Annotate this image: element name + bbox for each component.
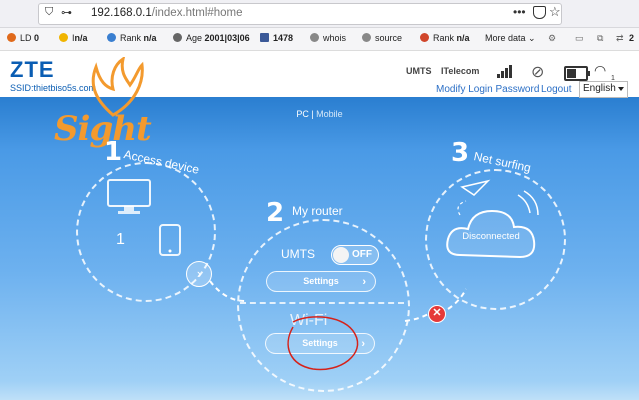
- counter-badge: 2: [629, 33, 635, 43]
- facebook-icon: [260, 33, 269, 42]
- browser-toolbar: ⛉ ⊶ 192.168.0.1/index.html#home ••• ☆: [0, 0, 639, 28]
- cloud-icon: [446, 179, 539, 259]
- seo-item-index[interactable]: In/a: [59, 33, 88, 43]
- url-text[interactable]: 192.168.0.1/index.html#home: [91, 7, 243, 19]
- seo-item-age[interactable]: Age 2001|03|06: [173, 33, 250, 43]
- age-icon: [173, 33, 182, 42]
- more-data-dropdown[interactable]: More data ⌄: [485, 33, 536, 44]
- seo-item-whois[interactable]: whois: [310, 33, 346, 43]
- pocket-icon[interactable]: [533, 6, 546, 19]
- step-3-number: 3: [451, 138, 470, 168]
- permissions-icon[interactable]: ⊶: [61, 6, 72, 19]
- shield-icon[interactable]: ⛉: [45, 6, 53, 19]
- seo-item-rank-2[interactable]: Rank n/a: [420, 33, 470, 43]
- seo-item-facebook[interactable]: 1478: [260, 33, 293, 43]
- rank-icon: [107, 33, 116, 42]
- seo-item-source[interactable]: source: [362, 33, 402, 43]
- bookmark-star-icon[interactable]: ☆: [549, 4, 561, 20]
- settings-icon[interactable]: ⚙: [548, 33, 556, 44]
- connection-status: Disconnected: [462, 231, 520, 242]
- link-density-icon: [7, 33, 16, 42]
- index-icon: [59, 33, 68, 42]
- seo-item-rank[interactable]: Rank n/a: [107, 33, 157, 43]
- seo-item-ld[interactable]: LD 0: [7, 33, 39, 43]
- disconnected-x-icon[interactable]: ✕: [428, 305, 446, 323]
- router-page: ZTE SSID:thietbiso5s.com UMTS ITelecom ⊘…: [0, 51, 639, 400]
- seo-toolbar: LD 0 In/a Rank n/a Age 2001|03|06 1478 w…: [0, 28, 639, 51]
- share-icon[interactable]: ⇄: [616, 33, 624, 44]
- whois-icon: [310, 33, 319, 42]
- monitor-icon[interactable]: ▭: [575, 33, 584, 44]
- address-bar[interactable]: ⛉ ⊶ 192.168.0.1/index.html#home ••• ☆: [38, 3, 562, 25]
- source-icon: [362, 33, 371, 42]
- rank-icon: [420, 33, 429, 42]
- copy-icon[interactable]: ⧉: [597, 33, 603, 44]
- page-actions-menu-icon[interactable]: •••: [513, 5, 526, 19]
